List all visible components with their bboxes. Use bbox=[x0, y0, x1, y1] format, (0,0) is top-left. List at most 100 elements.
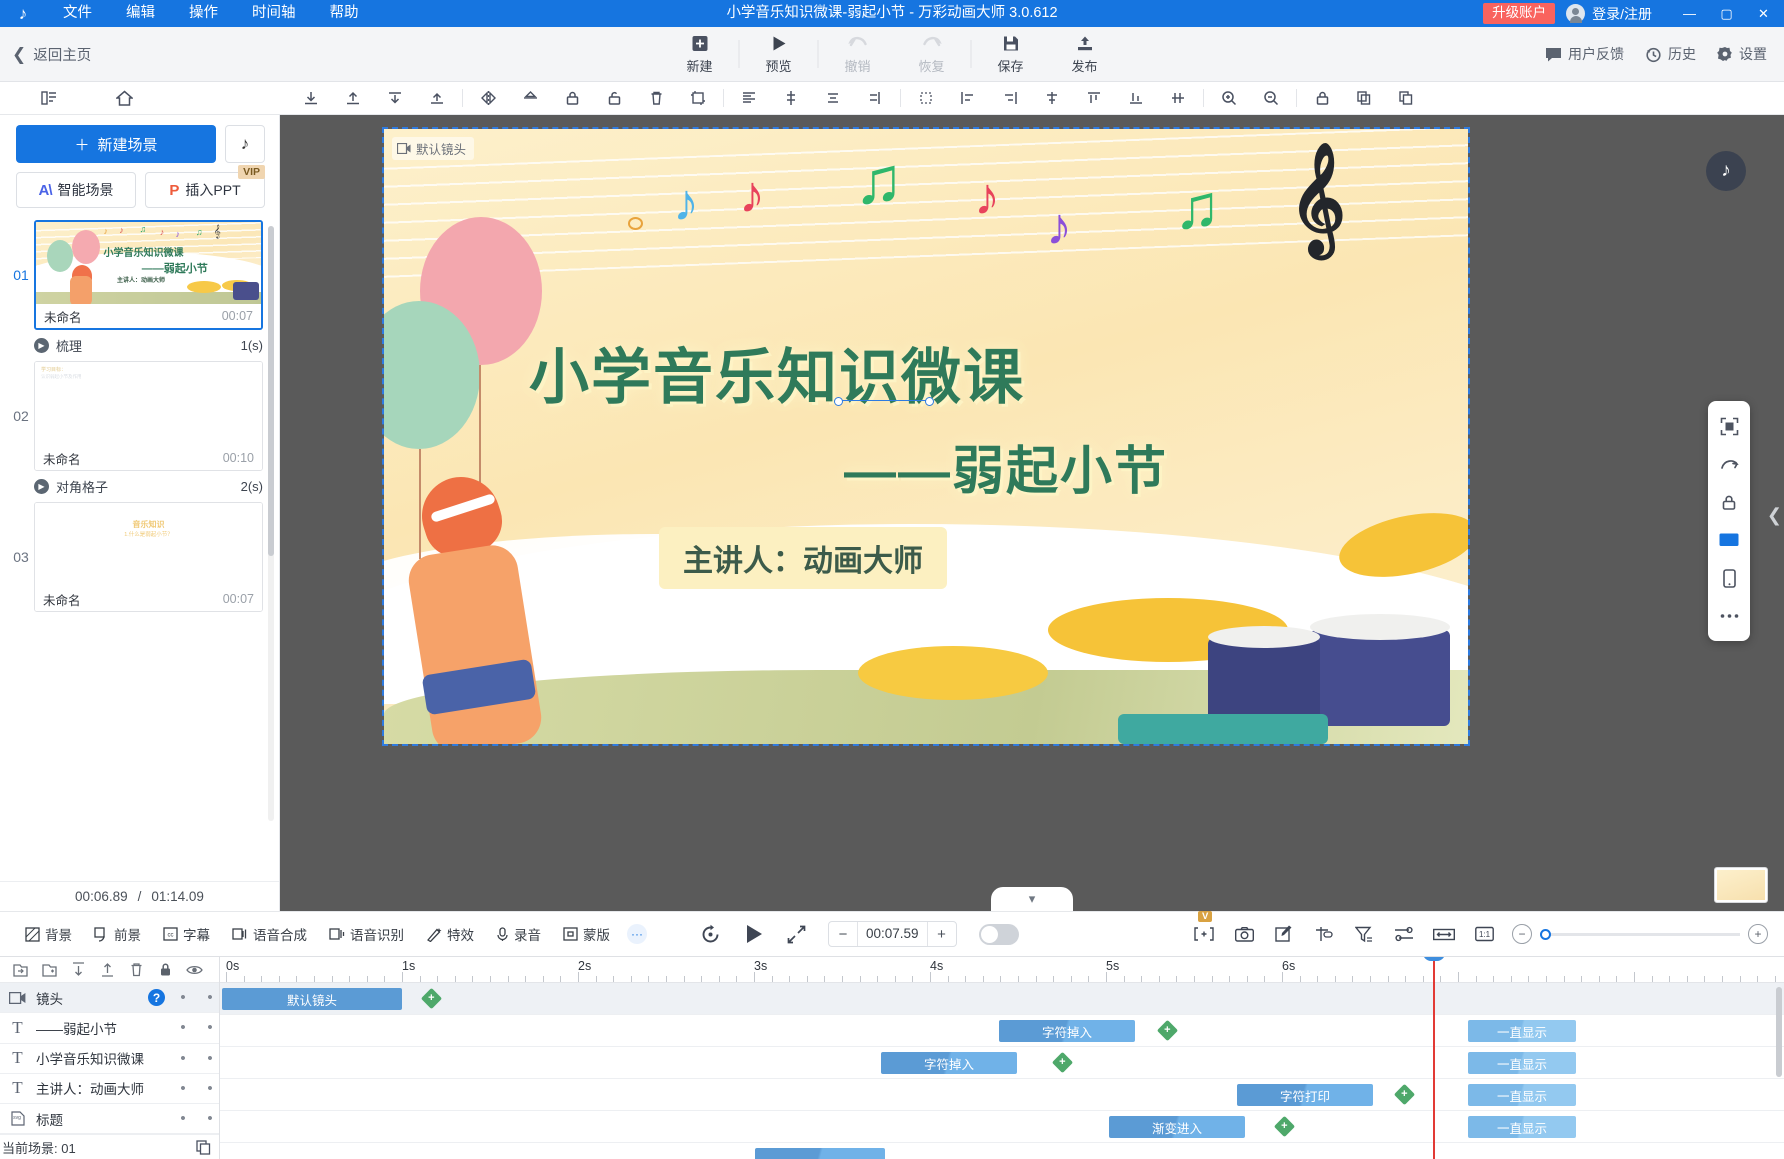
unlock-icon[interactable] bbox=[593, 82, 635, 115]
align-bottom2-icon[interactable] bbox=[1115, 82, 1157, 115]
distribute-v-icon[interactable] bbox=[1157, 82, 1199, 115]
crop-icon[interactable] bbox=[677, 82, 719, 115]
align-bottom-download-icon[interactable] bbox=[290, 82, 332, 115]
align-top2-icon[interactable] bbox=[1073, 82, 1115, 115]
timeline-row-svg[interactable]: 渐变进入 一直显示 bbox=[220, 1111, 1784, 1143]
foreground-button[interactable]: 前景 bbox=[83, 912, 152, 957]
history-button[interactable]: 历史 bbox=[1645, 44, 1696, 64]
timeline-always-clip[interactable]: 一直显示 bbox=[1468, 1020, 1576, 1042]
filter-icon[interactable] bbox=[1352, 922, 1376, 946]
slide-stage[interactable]: ♪ ♪ ♫ ♪ ♪ ♫ 𝄞 小学音乐知识微课 ——弱起小节 主讲人：动画大师 默… bbox=[382, 127, 1470, 746]
save-button[interactable]: 保存 bbox=[974, 27, 1048, 82]
settings-button[interactable]: 设置 bbox=[1717, 44, 1767, 64]
scene-name[interactable]: 未命名 bbox=[43, 449, 81, 468]
replay-icon[interactable] bbox=[700, 924, 721, 945]
align-up-icon[interactable] bbox=[416, 82, 458, 115]
menu-help[interactable]: 帮助 bbox=[313, 0, 376, 27]
scene-name[interactable]: 未命名 bbox=[44, 307, 82, 326]
publish-button[interactable]: 发布 bbox=[1048, 27, 1122, 82]
align-center-h-icon[interactable] bbox=[770, 82, 812, 115]
menu-timeline[interactable]: 时间轴 bbox=[235, 0, 313, 27]
one-to-one-icon[interactable]: 1:1 bbox=[1472, 922, 1496, 946]
track-visibility-dot[interactable]: • bbox=[201, 1020, 219, 1035]
home-icon[interactable] bbox=[103, 82, 145, 115]
scene-item-02[interactable]: 02 学习目标： 认识弱起小节及作用 未命名 00:10 bbox=[0, 361, 279, 471]
record-button[interactable]: 录音 bbox=[485, 912, 552, 957]
new-scene-button[interactable]: ＋ 新建场景 bbox=[16, 125, 216, 163]
help-icon[interactable]: ? bbox=[148, 989, 165, 1007]
track-visibility-dot[interactable]: • bbox=[201, 1081, 219, 1096]
timeline-clip[interactable]: 字符打印 bbox=[1237, 1084, 1373, 1106]
keyframe-add-icon[interactable] bbox=[420, 987, 443, 1010]
timeline-always-clip[interactable]: 一直显示 bbox=[1468, 1116, 1576, 1138]
lock2-icon[interactable] bbox=[1301, 82, 1343, 115]
track-visibility-dot[interactable]: • bbox=[201, 990, 219, 1005]
zoom-out-icon[interactable] bbox=[1250, 82, 1292, 115]
fit-width-icon[interactable] bbox=[1432, 922, 1456, 946]
user-feedback-button[interactable]: 用户反馈 bbox=[1545, 44, 1624, 64]
camera-badge[interactable]: 默认镜头 bbox=[392, 137, 475, 160]
login-register-button[interactable]: 登录/注册 bbox=[1566, 4, 1652, 24]
lock-icon[interactable] bbox=[151, 957, 180, 983]
time-stepper[interactable]: − 00:07.59 + bbox=[828, 921, 957, 947]
track-lock-dot[interactable]: • bbox=[174, 1081, 192, 1096]
scene-list[interactable]: 01 ♪ ♪ ♫ ♪ ♪ ♫ 𝄞 小学音乐知识微课 ——弱起小节 主讲人：动画大… bbox=[0, 208, 279, 881]
lock-icon[interactable] bbox=[1712, 484, 1746, 520]
scene-item-01[interactable]: 01 ♪ ♪ ♫ ♪ ♪ ♫ 𝄞 小学音乐知识微课 ——弱起小节 主讲人：动画大… bbox=[0, 220, 279, 330]
scene-card[interactable]: ♪ ♪ ♫ ♪ ♪ ♫ 𝄞 小学音乐知识微课 ——弱起小节 主讲人：动画大师 未… bbox=[34, 220, 263, 330]
distribute-icon[interactable] bbox=[905, 82, 947, 115]
menu-file[interactable]: 文件 bbox=[46, 0, 109, 27]
keyframe-add-icon[interactable] bbox=[1051, 1051, 1074, 1074]
keyframe-add-icon[interactable] bbox=[1156, 1019, 1179, 1042]
zoom-track[interactable] bbox=[1540, 928, 1740, 940]
align-justify-icon[interactable] bbox=[812, 82, 854, 115]
duplicate-icon[interactable] bbox=[196, 1140, 211, 1155]
canvas-music-button[interactable]: ♪ bbox=[1706, 151, 1746, 191]
scene-name[interactable]: 未命名 bbox=[43, 590, 81, 609]
timeline-row-camera[interactable]: 默认镜头 bbox=[220, 983, 1784, 1015]
timeline-clip[interactable]: 字符掉入 bbox=[999, 1020, 1135, 1042]
edit-pen-icon[interactable] bbox=[1272, 922, 1296, 946]
playback-toggle[interactable] bbox=[978, 923, 1019, 945]
scene-card[interactable]: 音乐知识 1.什么是弱起小节？ 未命名 00:07 bbox=[34, 502, 263, 612]
timeline-always-clip[interactable]: 一直显示 bbox=[1468, 1084, 1576, 1106]
track-visibility-dot[interactable]: • bbox=[201, 1051, 219, 1066]
fit-frame-icon[interactable] bbox=[1712, 408, 1746, 444]
zoom-in-button[interactable]: + bbox=[1748, 924, 1768, 944]
delete-trash-icon[interactable] bbox=[635, 82, 677, 115]
mask-button[interactable]: 蒙版 bbox=[552, 912, 621, 957]
timeline-row-text-3[interactable]: 字符打印 一直显示 bbox=[220, 1079, 1784, 1111]
align-top-icon[interactable] bbox=[332, 82, 374, 115]
timeline-tracks-area[interactable]: 0s 1s 2s 3s 4s 5s 6s 默认镜头 字符掉入 一直显示 bbox=[220, 957, 1784, 1159]
music-button[interactable]: ♪ bbox=[225, 125, 265, 163]
layers-icon[interactable] bbox=[28, 82, 70, 115]
undo-button[interactable]: 撤销 bbox=[821, 27, 895, 82]
audio-trim-icon[interactable] bbox=[1312, 922, 1336, 946]
new-folder-icon[interactable] bbox=[35, 957, 64, 983]
monitor-icon[interactable] bbox=[1712, 522, 1746, 558]
slide-subtitle[interactable]: ——弱起小节 bbox=[844, 429, 1168, 504]
track-lock-dot[interactable]: • bbox=[174, 1020, 192, 1035]
scene-transition-01[interactable]: ▶ 梳理 1(s) bbox=[0, 330, 279, 361]
slide-title[interactable]: 小学音乐知识微课 bbox=[529, 329, 1025, 416]
camera-snapshot-icon[interactable] bbox=[1232, 922, 1256, 946]
move-down-icon[interactable] bbox=[64, 957, 93, 983]
zoom-slider[interactable]: − + bbox=[1512, 924, 1768, 944]
stage-collapse-button[interactable]: ▾ bbox=[991, 887, 1073, 911]
track-header-camera[interactable]: 镜头 ? • • bbox=[0, 983, 219, 1014]
track-lock-dot[interactable]: • bbox=[174, 1111, 192, 1126]
keyframe-add-icon[interactable] bbox=[1393, 1083, 1416, 1106]
align-center2-icon[interactable] bbox=[989, 82, 1031, 115]
zoom-in-icon[interactable] bbox=[1208, 82, 1250, 115]
timeline-clip[interactable]: 默认镜头 bbox=[222, 988, 402, 1010]
time-increase-button[interactable]: + bbox=[928, 922, 956, 946]
align-right-icon[interactable] bbox=[854, 82, 896, 115]
delete-trash-icon[interactable] bbox=[122, 957, 151, 983]
scene-transition-02[interactable]: ▶ 对角格子 2(s) bbox=[0, 471, 279, 502]
align-down-icon[interactable] bbox=[374, 82, 416, 115]
asr-button[interactable]: 语音识别 bbox=[318, 912, 415, 957]
adjust-sliders-icon[interactable] bbox=[1392, 922, 1416, 946]
timeline-row-text-1[interactable]: 字符掉入 一直显示 bbox=[220, 1015, 1784, 1047]
keyframe-add-icon[interactable] bbox=[1273, 1115, 1296, 1138]
preview-button[interactable]: 预览 bbox=[742, 27, 816, 82]
